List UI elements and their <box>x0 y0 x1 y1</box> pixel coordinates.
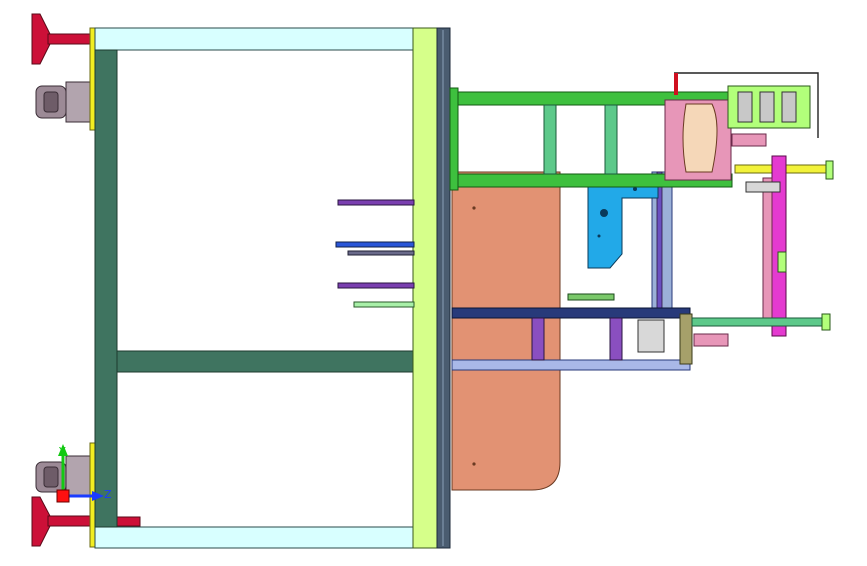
triad-z-label: Z <box>104 488 112 501</box>
blue-bracket <box>587 183 659 269</box>
cad-viewport[interactable]: Y Z <box>0 0 867 562</box>
upper-arm <box>449 87 733 191</box>
machine-drawing: Y Z <box>31 13 834 549</box>
magenta-assembly <box>745 155 787 337</box>
triad-y-label: Y <box>58 445 66 458</box>
leveling-foot-top <box>31 13 95 65</box>
rod-stack <box>335 199 415 308</box>
caster-wheel-top <box>35 81 95 123</box>
